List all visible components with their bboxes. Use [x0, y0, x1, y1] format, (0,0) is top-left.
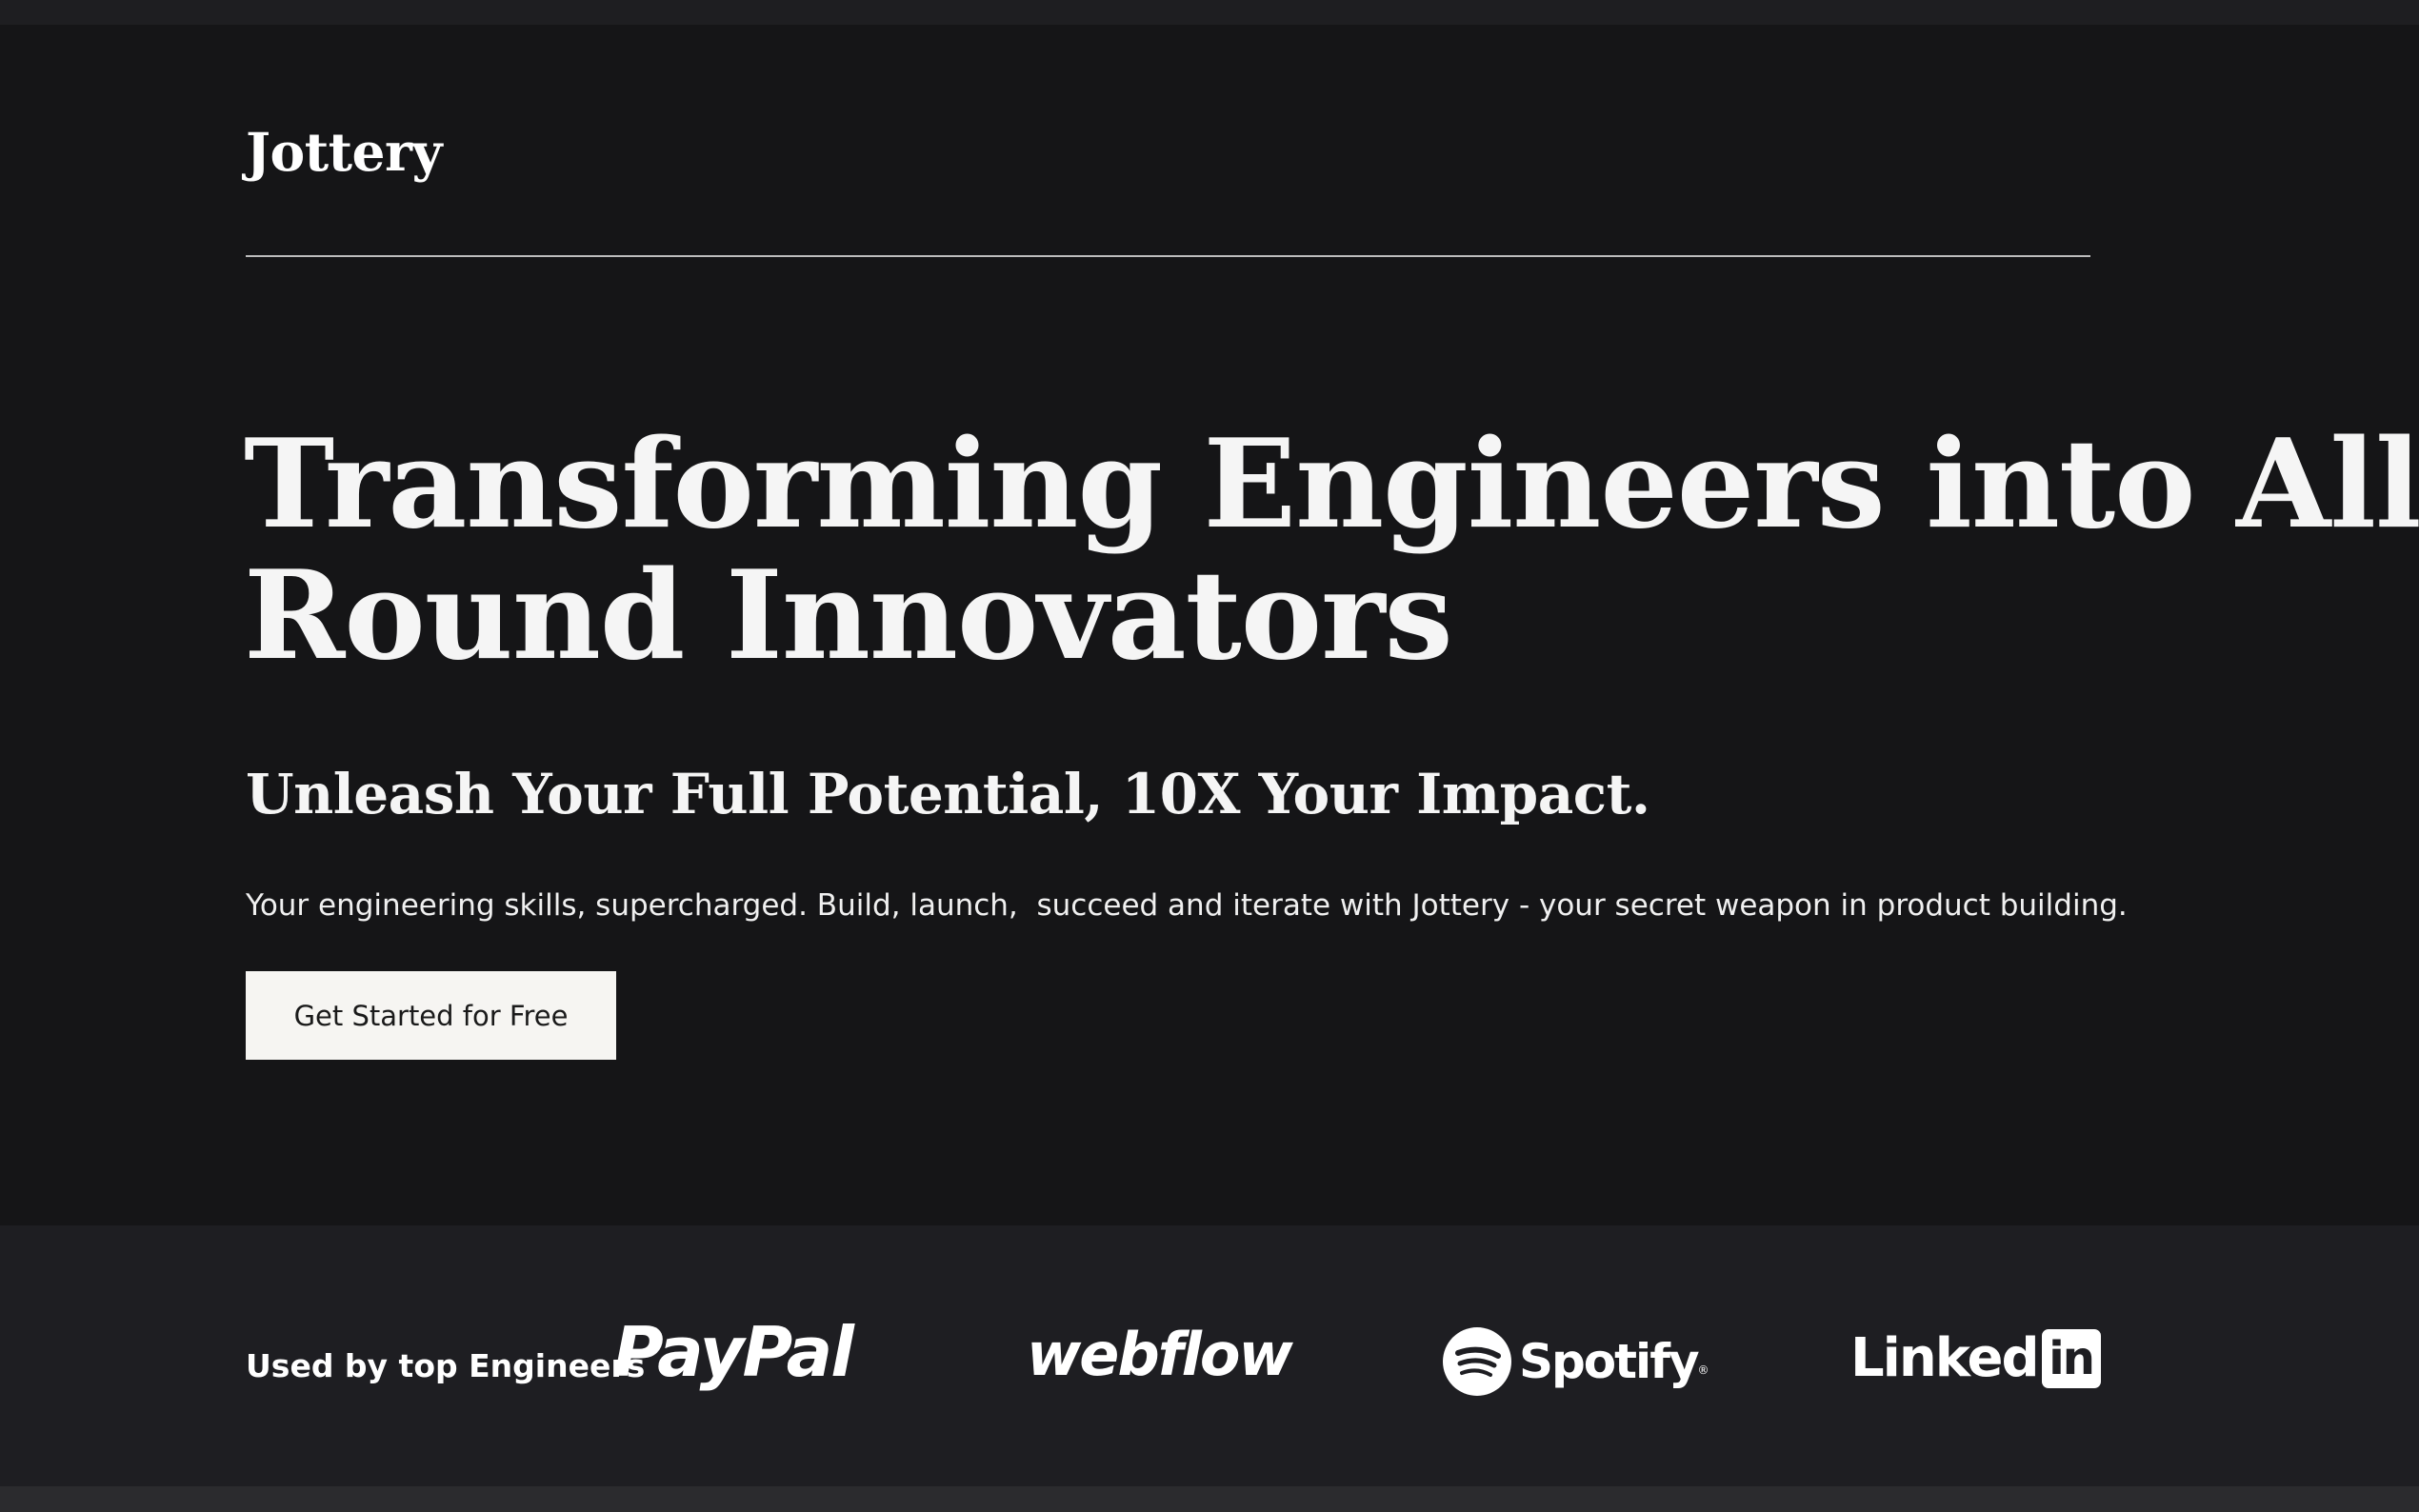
linkedin-logo: Linked in — [1850, 1327, 2101, 1389]
hero-description: Your engineering skills, supercharged. B… — [246, 888, 2128, 923]
hero-subheadline: Unleash Your Full Potential, 10X Your Im… — [246, 762, 1650, 826]
used-by-label: Used by top Engineers — [246, 1347, 646, 1384]
hero-headline: Transforming Engineers into All- Round I… — [244, 413, 2419, 687]
hero-headline-line-1: Transforming Engineers into All- — [244, 413, 2419, 556]
hero-headline-line-2: Round Innovators — [244, 545, 1453, 687]
linkedin-wordmark: Linked — [1850, 1327, 2040, 1389]
spotify-wordmark: Spotify — [1519, 1334, 1700, 1389]
top-band — [0, 0, 2419, 25]
header-divider — [246, 255, 2090, 257]
paypal-logo: PayPal — [613, 1312, 854, 1392]
get-started-button[interactable]: Get Started for Free — [246, 971, 616, 1060]
linkedin-in-icon: in — [2041, 1328, 2101, 1388]
spotify-logo: Spotify ® — [1443, 1327, 1709, 1396]
bottom-band — [0, 1486, 2419, 1512]
registered-mark-icon: ® — [1697, 1363, 1709, 1377]
site-logo[interactable]: Jottery — [246, 121, 442, 183]
webflow-logo: webflow — [1027, 1320, 1293, 1389]
spotify-icon — [1443, 1327, 1511, 1396]
